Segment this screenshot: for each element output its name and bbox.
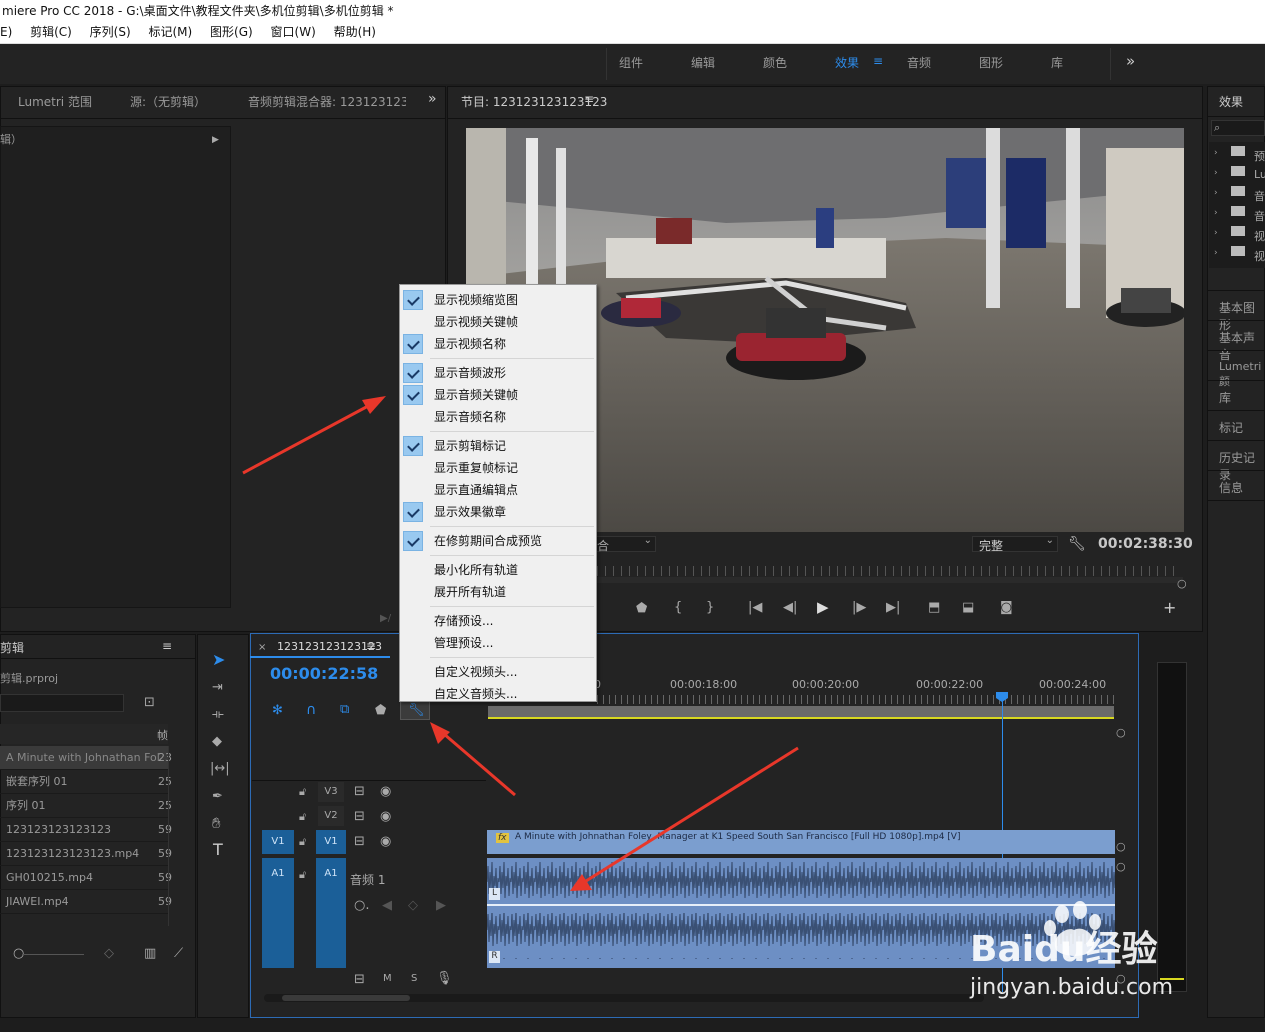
watermark-brand: Baidu经验: [970, 929, 1158, 970]
annotation-arrows: [242, 396, 799, 891]
watermark-url: jingyan.baidu.com: [970, 975, 1174, 1000]
baidu-watermark-logo: Baidu经验: [970, 900, 1205, 970]
